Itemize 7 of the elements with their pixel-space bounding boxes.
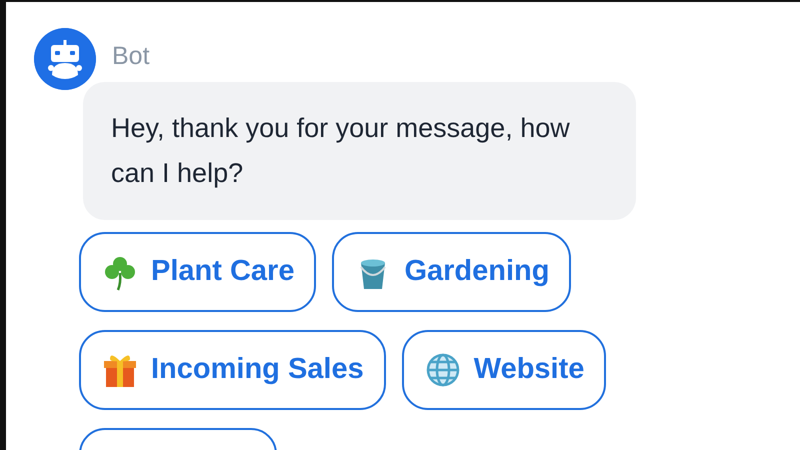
quick-reply-button[interactable]: Plant Care [79,232,316,312]
sender-name: Bot [112,41,151,72]
quick-reply-button[interactable]: Gardening [332,232,572,312]
bot-avatar-icon [34,28,96,90]
quick-reply-button[interactable]: Incoming Sales [79,330,386,410]
quick-reply-button[interactable]: Website [402,330,606,410]
message-bubble: Hey, thank you for your message, how can I help? [83,82,636,220]
